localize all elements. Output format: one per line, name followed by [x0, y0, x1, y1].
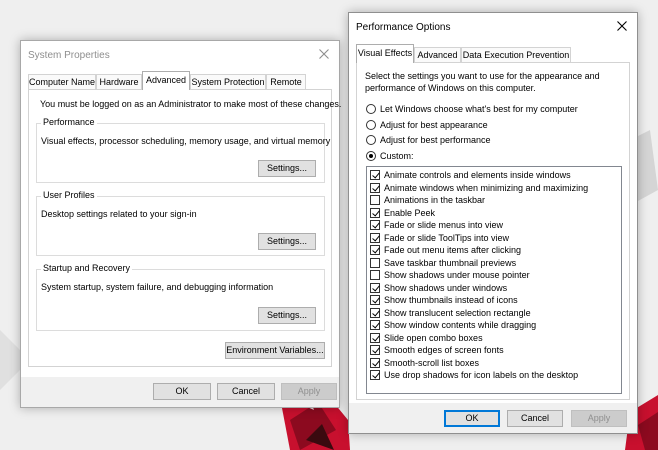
close-button[interactable]: [607, 13, 637, 40]
effect-label: Animate controls and elements inside win…: [384, 170, 571, 180]
effect-label: Show translucent selection rectangle: [384, 307, 531, 318]
radio-button[interactable]: [366, 135, 376, 145]
performance-settings-button[interactable]: Settings...: [258, 160, 316, 177]
tab-visual-effects[interactable]: Visual Effects: [356, 44, 414, 63]
dialog-footer: OK Cancel Apply: [21, 377, 339, 407]
startup-recovery-settings-button[interactable]: Settings...: [258, 307, 316, 324]
ok-button[interactable]: OK: [444, 410, 500, 427]
checkbox-unchecked[interactable]: [370, 257, 380, 268]
radio-button[interactable]: [366, 120, 376, 130]
effect-label: Show window contents while dragging: [384, 320, 537, 330]
tab-data-execution-prevention[interactable]: Data Execution Prevention: [461, 47, 571, 63]
performance-options-titlebar[interactable]: Performance Options: [349, 13, 637, 40]
effect-label: Smooth-scroll list boxes: [384, 357, 480, 368]
effect-label: Fade or slide ToolTips into view: [384, 232, 510, 243]
admin-notice: You must be logged on as an Administrato…: [40, 99, 342, 109]
checkbox-unchecked[interactable]: [370, 270, 380, 280]
effect-label: Animate windows when minimizing and maxi…: [384, 182, 589, 193]
effect-label: Smooth edges of screen fonts: [384, 345, 504, 355]
user-profiles-settings-button[interactable]: Settings...: [258, 233, 316, 250]
startup-recovery-group: Startup and Recovery System startup, sys…: [36, 263, 325, 331]
effect-label: Fade out menu items after clicking: [384, 245, 522, 255]
effect-label: Fade or slide menus into view: [384, 220, 504, 230]
effect-label: Save taskbar thumbnail previews: [384, 257, 517, 268]
checkbox-checked[interactable]: [370, 295, 380, 305]
group-label: User Profiles: [41, 190, 97, 200]
group-description: Desktop settings related to your sign-in: [41, 209, 197, 219]
radio-button[interactable]: [366, 104, 376, 114]
apply-button[interactable]: Apply: [571, 410, 627, 427]
checkbox-checked[interactable]: [370, 332, 380, 343]
checkbox-checked[interactable]: [370, 245, 380, 255]
checkbox-checked[interactable]: [370, 207, 380, 218]
checkbox-checked[interactable]: [370, 182, 380, 193]
visual-effects-tab-panel: Select the settings you want to use for …: [356, 62, 630, 400]
performance-options-window: Performance Options Visual Effects Advan…: [348, 12, 638, 434]
close-icon: [617, 21, 627, 31]
effect-label: Enable Peek: [384, 207, 436, 218]
cancel-button[interactable]: Cancel: [507, 410, 563, 427]
tab-advanced[interactable]: Advanced: [414, 47, 461, 63]
checkbox-checked[interactable]: [370, 282, 380, 293]
apply-button[interactable]: Apply: [281, 383, 337, 400]
tab-advanced[interactable]: Advanced: [142, 71, 190, 90]
checkbox-checked[interactable]: [370, 220, 380, 230]
group-description: Visual effects, processor scheduling, me…: [41, 136, 331, 146]
visual-effects-list[interactable]: Animate controls and elements inside win…: [366, 166, 622, 394]
effect-label: Use drop shadows for icon labels on the …: [384, 370, 579, 380]
group-label: Performance: [41, 117, 97, 127]
group-label: Startup and Recovery: [41, 263, 133, 273]
checkbox-checked[interactable]: [370, 320, 380, 330]
tab-system-protection[interactable]: System Protection: [190, 74, 266, 90]
system-properties-titlebar[interactable]: System Properties: [21, 41, 339, 68]
close-button[interactable]: [309, 41, 339, 68]
environment-variables-button[interactable]: Environment Variables...: [225, 342, 325, 359]
effect-label: Slide open combo boxes: [384, 332, 483, 343]
user-profiles-group: User Profiles Desktop settings related t…: [36, 190, 325, 256]
tab-computer-name[interactable]: Computer Name: [28, 74, 96, 90]
window-title: System Properties: [28, 50, 110, 61]
instruction-text: Select the settings you want to use for …: [365, 71, 600, 81]
effect-label: Show shadows under windows: [384, 282, 508, 293]
checkbox-checked[interactable]: [370, 232, 380, 243]
checkbox-checked[interactable]: [370, 345, 380, 355]
effect-label: Show shadows under mouse pointer: [384, 270, 530, 280]
checkbox-checked[interactable]: [370, 370, 380, 380]
close-icon: [319, 49, 329, 59]
effect-label: Show thumbnails instead of icons: [384, 295, 518, 305]
checkbox-checked[interactable]: [370, 307, 380, 318]
checkbox-checked[interactable]: [370, 170, 380, 180]
group-description: System startup, system failure, and debu…: [41, 282, 274, 292]
performance-group: Performance Visual effects, processor sc…: [36, 117, 330, 183]
radio-button[interactable]: [366, 151, 376, 161]
dialog-footer: OK Cancel Apply: [349, 403, 637, 433]
advanced-tab-panel: You must be logged on as an Administrato…: [28, 89, 341, 367]
ok-button[interactable]: OK: [153, 383, 211, 400]
system-properties-window: System Properties Computer Name Hardware…: [20, 40, 341, 408]
checkbox-unchecked[interactable]: [370, 195, 380, 205]
instruction-text: performance of Windows on this computer.: [365, 83, 536, 93]
cancel-button[interactable]: Cancel: [217, 383, 275, 400]
effect-label: Animations in the taskbar: [384, 195, 486, 205]
tab-remote[interactable]: Remote: [266, 74, 306, 90]
window-title: Performance Options: [356, 22, 451, 33]
checkbox-checked[interactable]: [370, 357, 380, 368]
tab-hardware[interactable]: Hardware: [96, 74, 142, 90]
